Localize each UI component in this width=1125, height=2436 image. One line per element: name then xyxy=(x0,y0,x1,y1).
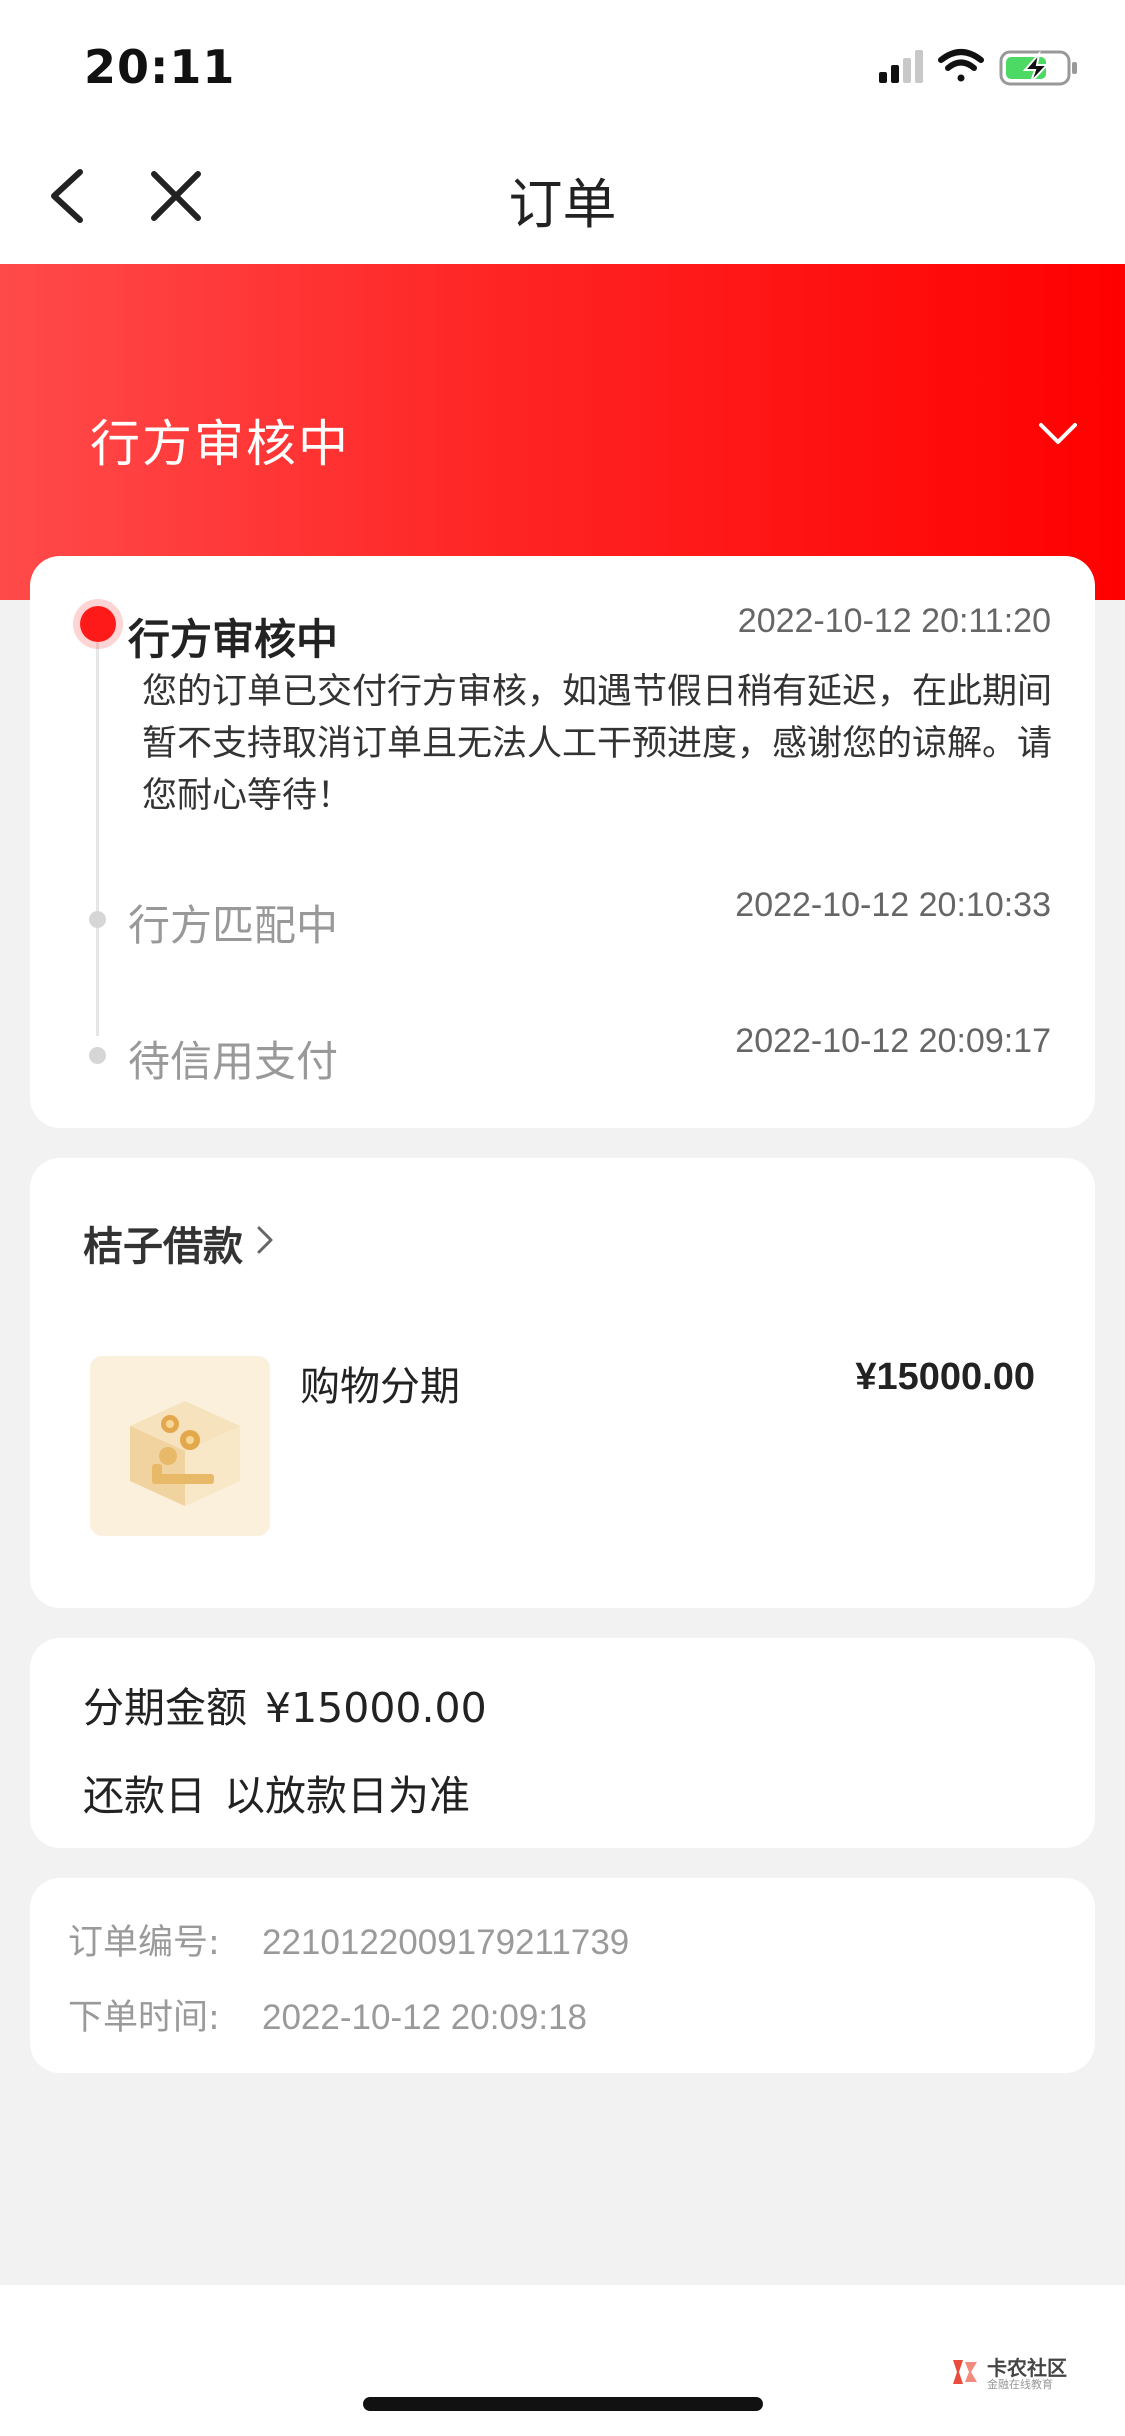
order-number-label: 订单编号: xyxy=(68,1923,220,1963)
order-time-value: 2022-10-12 20:09:18 xyxy=(262,1998,587,2037)
timeline-step-time: 2022-10-12 20:11:20 xyxy=(737,602,1051,640)
home-indicator[interactable] xyxy=(363,2397,763,2411)
repayment-day-label: 还款日 xyxy=(83,1772,206,1820)
order-time-row: 下单时间: 2022-10-12 20:09:18 xyxy=(68,1989,587,2040)
order-number-row: 订单编号: 2210122009179211739 xyxy=(68,1914,629,1965)
timeline-step-time: 2022-10-12 20:09:17 xyxy=(735,1022,1051,1060)
order-info-card: 订单编号: 2210122009179211739 下单时间: 2022-10-12… xyxy=(30,1878,1095,2073)
timeline-step-time: 2022-10-12 20:10:33 xyxy=(735,886,1051,924)
timeline-dot xyxy=(89,911,106,928)
order-number-value: 2210122009179211739 xyxy=(262,1923,630,1962)
repayment-day-value: 以放款日为准 xyxy=(224,1772,470,1820)
installment-amount-value: ¥15000.00 xyxy=(265,1684,487,1732)
installment-amount-row: 分期金额 ¥15000.00 xyxy=(83,1674,505,1734)
status-icons xyxy=(879,49,1077,86)
product-card: 桔子借款 购物分期 ¥15000.00 xyxy=(30,1158,1095,1608)
timeline-step-title: 行方匹配中 xyxy=(128,901,339,950)
timeline-dot-active xyxy=(80,606,116,642)
installment-info-card: 分期金额 ¥15000.00 还款日 以放款日为准 xyxy=(30,1638,1095,1848)
watermark-subtitle: 金融在线教育 xyxy=(987,2378,1053,2391)
order-status-title: 行方审核中 xyxy=(90,415,350,473)
timeline-line xyxy=(96,626,99,1036)
watermark: 卡农社区 金融在线教育 xyxy=(947,2352,1077,2392)
status-time: 20:11 xyxy=(84,40,236,94)
timeline-step-title: 行方审核中 xyxy=(128,615,339,664)
order-time-label: 下单时间: xyxy=(68,1998,220,2038)
timeline-step-description: 您的订单已交付行方审核，如遇节假日稍有延迟，在此期间暂不支持取消订单且无法人工干… xyxy=(142,672,1053,816)
timeline-step-title: 待信用支付 xyxy=(128,1037,339,1086)
kanong-logo-icon xyxy=(953,2360,977,2384)
product-name: 购物分期 xyxy=(300,1364,460,1410)
repayment-day-row: 还款日 以放款日为准 xyxy=(83,1762,488,1822)
status-header[interactable]: 行方审核中 xyxy=(0,264,1125,600)
top-bar: 20:11 订单 xyxy=(0,0,1125,264)
wifi-icon xyxy=(938,49,984,82)
installment-amount-label: 分期金额 xyxy=(83,1684,247,1732)
battery-charging-icon xyxy=(999,50,1077,86)
merchant-link[interactable]: 桔子借款 xyxy=(83,1214,243,1272)
chevron-down-icon[interactable] xyxy=(1033,409,1083,459)
signal-icon xyxy=(879,50,923,83)
progress-timeline-card: 行方审核中 2022-10-12 20:11:20 您的订单已交付行方审核，如遇… xyxy=(30,556,1095,1128)
coin-box-icon xyxy=(130,1401,240,1506)
product-price: ¥15000.00 xyxy=(855,1356,1035,1398)
product-thumbnail xyxy=(90,1356,270,1536)
page-title: 订单 xyxy=(508,173,617,236)
chevron-right-icon[interactable] xyxy=(250,1220,280,1260)
timeline-dot xyxy=(89,1047,106,1064)
